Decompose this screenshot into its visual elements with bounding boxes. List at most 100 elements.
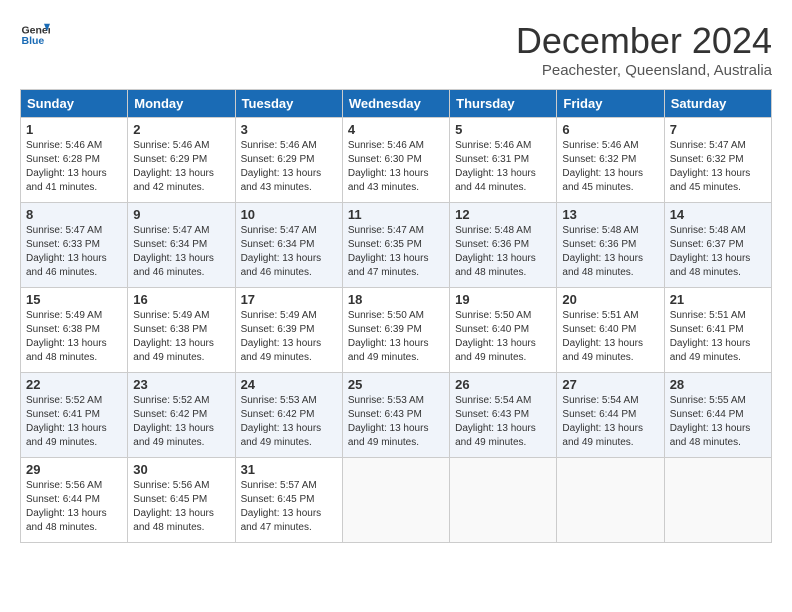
day-number: 1 bbox=[26, 122, 122, 137]
day-number: 16 bbox=[133, 292, 229, 307]
day-number: 14 bbox=[670, 207, 766, 222]
day-info: Sunrise: 5:50 AMSunset: 6:39 PMDaylight:… bbox=[348, 309, 444, 365]
calendar-day-cell: 3Sunrise: 5:46 AMSunset: 6:29 PMDaylight… bbox=[235, 118, 342, 203]
calendar-day-cell: 4Sunrise: 5:46 AMSunset: 6:30 PMDaylight… bbox=[342, 118, 449, 203]
calendar-day-cell: 15 Sunrise: 5:49 AMSunset: 6:38 PMDayligh… bbox=[21, 288, 128, 373]
calendar-day-cell: 7 Sunrise: 5:47 AMSunset: 6:32 PMDaylight… bbox=[664, 118, 771, 203]
calendar-day-cell: 22 Sunrise: 5:52 AMSunset: 6:41 PMDayligh… bbox=[21, 373, 128, 458]
calendar-week-row: 15 Sunrise: 5:49 AMSunset: 6:38 PMDayligh… bbox=[21, 288, 772, 373]
calendar-day-cell: 16 Sunrise: 5:49 AMSunset: 6:38 PMDayligh… bbox=[128, 288, 235, 373]
calendar-day-cell: 14 Sunrise: 5:48 AMSunset: 6:37 PMDayligh… bbox=[664, 203, 771, 288]
day-number: 20 bbox=[562, 292, 658, 307]
day-info: Sunrise: 5:55 AMSunset: 6:44 PMDaylight:… bbox=[670, 394, 766, 450]
calendar-day-cell bbox=[450, 458, 557, 543]
calendar-day-cell: 17 Sunrise: 5:49 AMSunset: 6:39 PMDayligh… bbox=[235, 288, 342, 373]
weekday-header-cell: Friday bbox=[557, 90, 664, 118]
day-info: Sunrise: 5:48 AMSunset: 6:37 PMDaylight:… bbox=[670, 224, 766, 280]
day-info: Sunrise: 5:51 AMSunset: 6:40 PMDaylight:… bbox=[562, 309, 658, 365]
calendar-day-cell bbox=[557, 458, 664, 543]
calendar-week-row: 22 Sunrise: 5:52 AMSunset: 6:41 PMDayligh… bbox=[21, 373, 772, 458]
day-info: Sunrise: 5:54 AMSunset: 6:43 PMDaylight:… bbox=[455, 394, 551, 450]
day-info: Sunrise: 5:46 AMSunset: 6:32 PMDaylight:… bbox=[562, 139, 658, 195]
logo: General Blue bbox=[20, 20, 50, 50]
day-number: 12 bbox=[455, 207, 551, 222]
calendar-day-cell: 10 Sunrise: 5:47 AMSunset: 6:34 PMDayligh… bbox=[235, 203, 342, 288]
calendar-body: 1Sunrise: 5:46 AMSunset: 6:28 PMDaylight… bbox=[21, 118, 772, 543]
weekday-header-row: SundayMondayTuesdayWednesdayThursdayFrid… bbox=[21, 90, 772, 118]
calendar-day-cell: 31 Sunrise: 5:57 AMSunset: 6:45 PMDayligh… bbox=[235, 458, 342, 543]
day-info: Sunrise: 5:49 AMSunset: 6:38 PMDaylight:… bbox=[26, 309, 122, 365]
calendar-day-cell: 11 Sunrise: 5:47 AMSunset: 6:35 PMDayligh… bbox=[342, 203, 449, 288]
calendar-week-row: 8 Sunrise: 5:47 AMSunset: 6:33 PMDaylight… bbox=[21, 203, 772, 288]
day-number: 7 bbox=[670, 122, 766, 137]
day-info: Sunrise: 5:46 AMSunset: 6:31 PMDaylight:… bbox=[455, 139, 551, 195]
day-info: Sunrise: 5:48 AMSunset: 6:36 PMDaylight:… bbox=[562, 224, 658, 280]
weekday-header-cell: Thursday bbox=[450, 90, 557, 118]
calendar-day-cell: 23Sunrise: 5:52 AMSunset: 6:42 PMDayligh… bbox=[128, 373, 235, 458]
day-number: 18 bbox=[348, 292, 444, 307]
day-number: 28 bbox=[670, 377, 766, 392]
day-number: 13 bbox=[562, 207, 658, 222]
calendar-day-cell: 9 Sunrise: 5:47 AMSunset: 6:34 PMDaylight… bbox=[128, 203, 235, 288]
calendar-day-cell: 6 Sunrise: 5:46 AMSunset: 6:32 PMDaylight… bbox=[557, 118, 664, 203]
day-info: Sunrise: 5:52 AMSunset: 6:41 PMDaylight:… bbox=[26, 394, 122, 450]
day-number: 10 bbox=[241, 207, 337, 222]
day-number: 24 bbox=[241, 377, 337, 392]
calendar-day-cell: 28 Sunrise: 5:55 AMSunset: 6:44 PMDayligh… bbox=[664, 373, 771, 458]
calendar-day-cell: 19 Sunrise: 5:50 AMSunset: 6:40 PMDayligh… bbox=[450, 288, 557, 373]
weekday-header-cell: Saturday bbox=[664, 90, 771, 118]
day-number: 17 bbox=[241, 292, 337, 307]
day-info: Sunrise: 5:57 AMSunset: 6:45 PMDaylight:… bbox=[241, 479, 337, 535]
day-number: 25 bbox=[348, 377, 444, 392]
day-number: 19 bbox=[455, 292, 551, 307]
weekday-header-cell: Sunday bbox=[21, 90, 128, 118]
weekday-header-cell: Tuesday bbox=[235, 90, 342, 118]
day-info: Sunrise: 5:56 AMSunset: 6:45 PMDaylight:… bbox=[133, 479, 229, 535]
day-info: Sunrise: 5:49 AMSunset: 6:38 PMDaylight:… bbox=[133, 309, 229, 365]
calendar-day-cell: 2 Sunrise: 5:46 AMSunset: 6:29 PMDaylight… bbox=[128, 118, 235, 203]
day-info: Sunrise: 5:46 AMSunset: 6:29 PMDaylight:… bbox=[133, 139, 229, 195]
day-number: 9 bbox=[133, 207, 229, 222]
calendar-day-cell: 26 Sunrise: 5:54 AMSunset: 6:43 PMDayligh… bbox=[450, 373, 557, 458]
day-info: Sunrise: 5:47 AMSunset: 6:35 PMDaylight:… bbox=[348, 224, 444, 280]
day-number: 26 bbox=[455, 377, 551, 392]
day-number: 30 bbox=[133, 462, 229, 477]
day-number: 4 bbox=[348, 122, 444, 137]
day-number: 15 bbox=[26, 292, 122, 307]
calendar-day-cell: 13 Sunrise: 5:48 AMSunset: 6:36 PMDayligh… bbox=[557, 203, 664, 288]
day-number: 3 bbox=[241, 122, 337, 137]
weekday-header-cell: Monday bbox=[128, 90, 235, 118]
day-number: 2 bbox=[133, 122, 229, 137]
calendar-day-cell: 24Sunrise: 5:53 AMSunset: 6:42 PMDayligh… bbox=[235, 373, 342, 458]
logo-icon: General Blue bbox=[20, 20, 50, 50]
calendar-day-cell: 18 Sunrise: 5:50 AMSunset: 6:39 PMDayligh… bbox=[342, 288, 449, 373]
calendar-day-cell: 1Sunrise: 5:46 AMSunset: 6:28 PMDaylight… bbox=[21, 118, 128, 203]
day-info: Sunrise: 5:50 AMSunset: 6:40 PMDaylight:… bbox=[455, 309, 551, 365]
day-info: Sunrise: 5:49 AMSunset: 6:39 PMDaylight:… bbox=[241, 309, 337, 365]
day-info: Sunrise: 5:47 AMSunset: 6:34 PMDaylight:… bbox=[241, 224, 337, 280]
calendar-day-cell bbox=[664, 458, 771, 543]
day-info: Sunrise: 5:48 AMSunset: 6:36 PMDaylight:… bbox=[455, 224, 551, 280]
weekday-header-cell: Wednesday bbox=[342, 90, 449, 118]
day-number: 6 bbox=[562, 122, 658, 137]
day-number: 11 bbox=[348, 207, 444, 222]
svg-text:Blue: Blue bbox=[22, 35, 45, 47]
calendar-day-cell: 12 Sunrise: 5:48 AMSunset: 6:36 PMDayligh… bbox=[450, 203, 557, 288]
day-number: 29 bbox=[26, 462, 122, 477]
calendar-week-row: 29Sunrise: 5:56 AMSunset: 6:44 PMDayligh… bbox=[21, 458, 772, 543]
calendar-table: SundayMondayTuesdayWednesdayThursdayFrid… bbox=[20, 89, 772, 543]
day-info: Sunrise: 5:51 AMSunset: 6:41 PMDaylight:… bbox=[670, 309, 766, 365]
day-number: 31 bbox=[241, 462, 337, 477]
day-info: Sunrise: 5:47 AMSunset: 6:32 PMDaylight:… bbox=[670, 139, 766, 195]
month-title: December 2024 bbox=[516, 20, 772, 62]
day-info: Sunrise: 5:47 AMSunset: 6:34 PMDaylight:… bbox=[133, 224, 229, 280]
title-block: December 2024 Peachester, Queensland, Au… bbox=[516, 20, 772, 79]
calendar-week-row: 1Sunrise: 5:46 AMSunset: 6:28 PMDaylight… bbox=[21, 118, 772, 203]
day-info: Sunrise: 5:53 AMSunset: 6:43 PMDaylight:… bbox=[348, 394, 444, 450]
day-info: Sunrise: 5:52 AMSunset: 6:42 PMDaylight:… bbox=[133, 394, 229, 450]
day-number: 8 bbox=[26, 207, 122, 222]
calendar-day-cell: 5Sunrise: 5:46 AMSunset: 6:31 PMDaylight… bbox=[450, 118, 557, 203]
day-number: 22 bbox=[26, 377, 122, 392]
calendar-day-cell: 27Sunrise: 5:54 AMSunset: 6:44 PMDayligh… bbox=[557, 373, 664, 458]
day-info: Sunrise: 5:47 AMSunset: 6:33 PMDaylight:… bbox=[26, 224, 122, 280]
